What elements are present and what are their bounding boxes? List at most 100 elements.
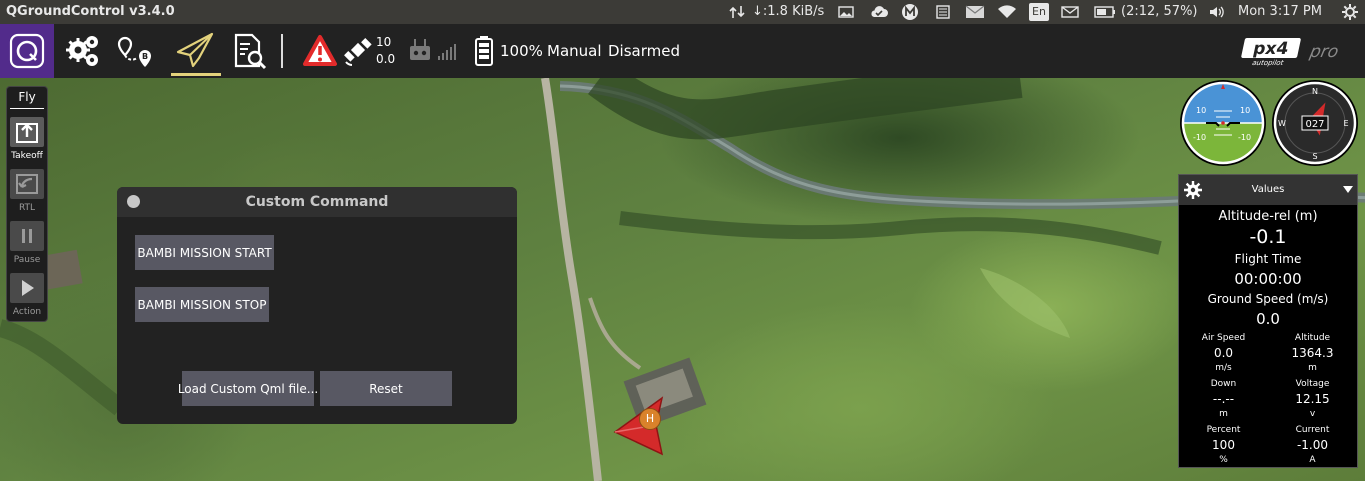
ground-speed-label: Ground Speed (m/s) xyxy=(1207,292,1329,306)
rtl-label: RTL xyxy=(18,203,36,213)
grid-value: 100 xyxy=(1212,438,1235,452)
grid-label: Altitude xyxy=(1294,333,1331,343)
clock[interactable]: Mon 3:17 PM xyxy=(1238,4,1322,19)
action-label: Action xyxy=(12,307,42,317)
grid-value: 0.0 xyxy=(1213,346,1234,360)
heading-readout: 027 xyxy=(1305,119,1324,130)
grid-label: Down xyxy=(1210,379,1237,389)
main-toolbar: B 10 0.0 100% Manual Disarmed px4 autopi… xyxy=(0,24,1365,78)
gps-satellite-icon[interactable] xyxy=(342,34,376,68)
grid-unit: m/s xyxy=(1215,363,1232,373)
compass-north-label: N xyxy=(1312,87,1318,96)
action-button[interactable] xyxy=(10,273,44,303)
qgc-logo-button[interactable] xyxy=(0,24,54,78)
rc-signal-icon[interactable] xyxy=(408,36,458,66)
volume-icon[interactable] xyxy=(1208,5,1226,19)
flight-time-value: 00:00:00 xyxy=(1234,270,1302,288)
grid-unit: m xyxy=(1308,363,1317,373)
mail-tray-icon[interactable] xyxy=(965,5,985,19)
compass-indicator[interactable]: N E S W 027 xyxy=(1270,80,1360,166)
keyboard-layout-indicator[interactable]: En xyxy=(1029,3,1049,21)
battery-percent: 100% xyxy=(500,42,543,60)
cloud-icon[interactable] xyxy=(869,3,889,21)
settings-gears-icon[interactable] xyxy=(62,30,104,72)
plan-route-icon[interactable]: B xyxy=(115,30,157,72)
altitude-rel-value: -0.1 xyxy=(1249,226,1287,248)
toolbar-separator xyxy=(281,34,283,68)
custom-command-title: Custom Command xyxy=(245,194,389,210)
values-panel: Values Altitude-rel (m) -0.1 Flight Time… xyxy=(1178,174,1358,468)
compass-south-label: S xyxy=(1312,152,1317,161)
os-top-bar: QGroundControl v3.4.0 ↓:1.8 KiB/s En (2:… xyxy=(0,0,1365,24)
m-badge-icon[interactable] xyxy=(901,3,919,21)
flight-mode-selector[interactable]: Manual xyxy=(547,42,602,60)
grid-unit: m xyxy=(1219,409,1228,419)
satellite-count: 10 xyxy=(376,35,392,49)
attitude-scale-label: 10 xyxy=(1240,106,1250,115)
takeoff-button[interactable] xyxy=(10,117,44,147)
grid-value: 1364.3 xyxy=(1291,346,1334,360)
fly-strip-divider xyxy=(10,108,44,109)
grid-label: Current xyxy=(1295,425,1330,435)
load-custom-qml-button[interactable]: Load Custom Qml file... xyxy=(178,371,318,406)
system-gear-icon[interactable] xyxy=(1341,3,1359,21)
pause-button[interactable] xyxy=(10,221,44,251)
app-title: QGroundControl v3.4.0 xyxy=(6,4,175,19)
fly-tool-strip: Fly Takeoff RTL Pause Action xyxy=(6,86,48,322)
battery-status[interactable]: (2:12, 57%) xyxy=(1121,4,1198,19)
envelope-icon[interactable] xyxy=(1061,5,1079,19)
network-speed[interactable]: ↓:1.8 KiB/s xyxy=(752,4,824,19)
bambi-mission-start-button[interactable]: BAMBI MISSION START xyxy=(135,235,274,270)
arm-state-selector[interactable]: Disarmed xyxy=(608,42,680,60)
grid-unit: A xyxy=(1309,455,1316,465)
grid-unit: v xyxy=(1309,409,1316,419)
values-title: Values xyxy=(1251,184,1285,195)
vehicle-marker-icon[interactable] xyxy=(612,396,670,458)
grid-label: Voltage xyxy=(1295,379,1330,389)
play-icon xyxy=(22,280,34,296)
px4-pro-logo: px4 autopilot pro xyxy=(1241,38,1340,67)
attitude-indicator[interactable]: 10 10 -10 -10 xyxy=(1178,80,1268,166)
analyze-document-icon[interactable] xyxy=(229,30,271,72)
warning-icon[interactable] xyxy=(302,34,338,68)
rtl-button[interactable] xyxy=(10,169,44,199)
compass-west-label: W xyxy=(1278,119,1286,128)
home-marker[interactable]: H xyxy=(639,408,661,430)
qgc-logo-icon xyxy=(9,33,45,69)
image-icon[interactable] xyxy=(838,5,854,19)
compass-east-label: E xyxy=(1343,119,1348,128)
attitude-scale-label: -10 xyxy=(1193,133,1206,142)
memory-icon[interactable] xyxy=(935,5,951,19)
flight-time-label: Flight Time xyxy=(1234,252,1302,266)
bambi-mission-stop-button[interactable]: BAMBI MISSION STOP xyxy=(135,287,269,322)
vehicle-battery-icon[interactable] xyxy=(474,35,494,67)
gps-hdop: 0.0 xyxy=(376,52,396,66)
grid-value: --.-- xyxy=(1212,392,1235,406)
chevron-down-icon[interactable] xyxy=(1343,186,1353,193)
pause-label: Pause xyxy=(13,255,41,265)
values-header: Values xyxy=(1179,175,1357,205)
custom-command-header[interactable]: Custom Command xyxy=(117,187,517,217)
svg-text:B: B xyxy=(142,52,148,61)
active-view-underline xyxy=(171,73,221,76)
altitude-rel-label: Altitude-rel (m) xyxy=(1218,209,1318,224)
svg-text:autopilot: autopilot xyxy=(1251,58,1284,67)
pause-icon xyxy=(22,229,32,243)
svg-text:pro: pro xyxy=(1307,42,1340,62)
grid-label: Percent xyxy=(1206,425,1241,435)
battery-icon[interactable] xyxy=(1094,5,1116,19)
fly-strip-title: Fly xyxy=(18,90,36,104)
attitude-scale-label: 10 xyxy=(1196,106,1206,115)
takeoff-icon xyxy=(16,123,38,143)
custom-command-panel: Custom Command BAMBI MISSION START BAMBI… xyxy=(117,187,517,424)
svg-text:px4: px4 xyxy=(1251,39,1290,59)
grid-unit: % xyxy=(1219,455,1228,465)
reset-button[interactable]: Reset xyxy=(320,371,452,406)
grid-label: Air Speed xyxy=(1201,333,1246,343)
transfer-icon[interactable] xyxy=(729,5,745,19)
grid-value: -1.00 xyxy=(1296,438,1329,452)
rtl-icon xyxy=(16,174,38,194)
fly-paper-plane-icon[interactable] xyxy=(174,30,216,72)
ground-speed-value: 0.0 xyxy=(1256,310,1280,328)
wifi-icon[interactable] xyxy=(997,5,1017,19)
